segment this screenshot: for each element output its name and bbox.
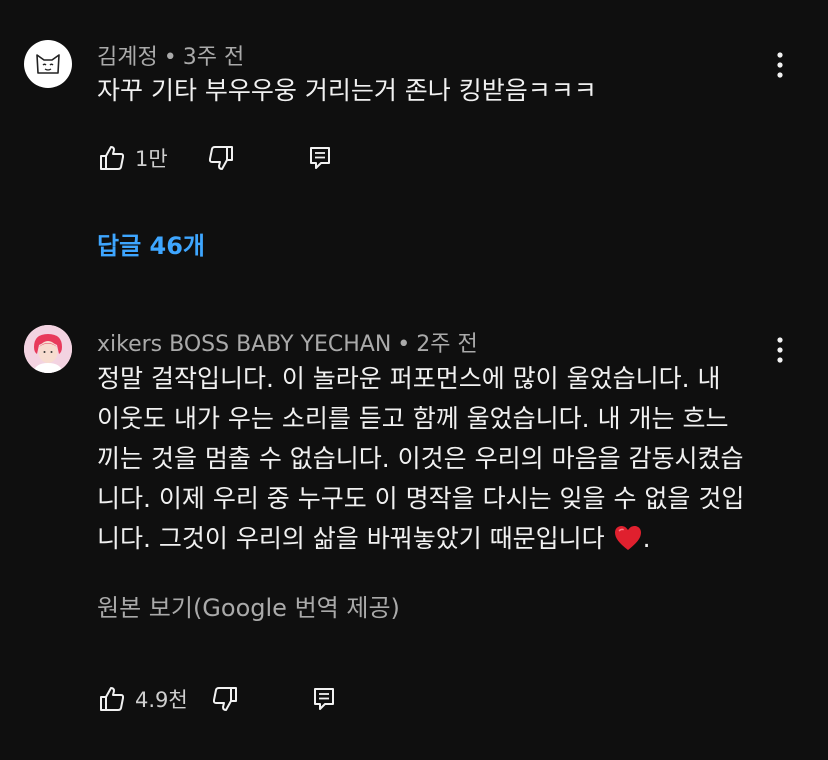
heart-emoji-icon	[614, 526, 641, 550]
comment-text: 정말 걸작입니다. 이 놀라운 퍼포먼스에 많이 울었습니다. 내 이웃도 내가…	[97, 359, 744, 559]
more-vert-icon	[777, 337, 783, 363]
like-count: 1만	[135, 147, 168, 171]
reply-button[interactable]	[308, 145, 332, 171]
thumb-up-icon	[100, 687, 125, 711]
comment-text-line: 자꾸 기타 부우우웅 거리는거 존나 킹받음ㅋㅋㅋ	[97, 76, 597, 105]
user-avatar-image	[24, 325, 72, 373]
comment-text-line: 이웃도 내가 우는 소리를 듣고 함께 울었습니다. 내 개는 흐느	[97, 404, 729, 433]
reply-icon	[313, 688, 334, 710]
author-name[interactable]: 김계정	[97, 45, 158, 70]
comment-actions: 4.9천	[97, 679, 336, 719]
avatar[interactable]	[24, 40, 72, 88]
reply-icon	[309, 147, 330, 169]
separator-dot: •	[397, 332, 411, 357]
more-vert-icon	[777, 52, 783, 78]
cat-avatar-icon	[36, 54, 60, 74]
avatar[interactable]	[24, 325, 72, 373]
comment-text-line-last: 니다. 그것이 우리의 삶을 바꿔놓았기 때문입니다 .	[97, 519, 744, 559]
timestamp[interactable]: 3주 전	[183, 45, 244, 70]
comment-meta: 김계정 • 3주 전	[97, 39, 244, 71]
like-count: 4.9천	[135, 688, 188, 712]
comment-text-segment: 니다. 그것이 우리의 삶을 바꿔놓았기 때문입니다	[97, 524, 605, 553]
thumb-down-icon	[212, 687, 237, 711]
comment-text-line: 정말 걸작입니다. 이 놀라운 퍼포먼스에 많이 울었습니다. 내	[97, 364, 721, 393]
timestamp[interactable]: 2주 전	[416, 332, 477, 357]
comment-meta: xikers BOSS BABY YECHAN • 2주 전	[97, 326, 478, 358]
view-original-button[interactable]: 원본 보기(Google 번역 제공)	[97, 588, 400, 623]
like-button[interactable]	[97, 143, 127, 173]
thumb-up-icon	[100, 146, 125, 170]
view-replies-button[interactable]: 답글 46개	[97, 226, 205, 261]
comment-text-line: 끼는 것을 멈출 수 없습니다. 이것은 우리의 마음을 감동시켰습	[97, 444, 744, 473]
author-name[interactable]: xikers BOSS BABY YECHAN	[97, 332, 391, 357]
comment-actions: 1만	[97, 138, 332, 178]
comment-text: 자꾸 기타 부우우웅 거리는거 존나 킹받음ㅋㅋㅋ	[97, 71, 597, 111]
like-button[interactable]	[97, 684, 127, 714]
thumb-down-icon	[208, 146, 233, 170]
separator-dot: •	[163, 45, 177, 70]
comment-text-tail: .	[642, 524, 651, 553]
more-options-button[interactable]	[770, 330, 790, 370]
reply-button[interactable]	[312, 686, 336, 712]
dislike-button[interactable]	[210, 684, 240, 714]
dislike-button[interactable]	[206, 143, 236, 173]
comment-text-line: 니다. 이제 우리 중 누구도 이 명작을 다시는 잊을 수 없을 것입	[97, 484, 745, 513]
more-options-button[interactable]	[770, 45, 790, 85]
